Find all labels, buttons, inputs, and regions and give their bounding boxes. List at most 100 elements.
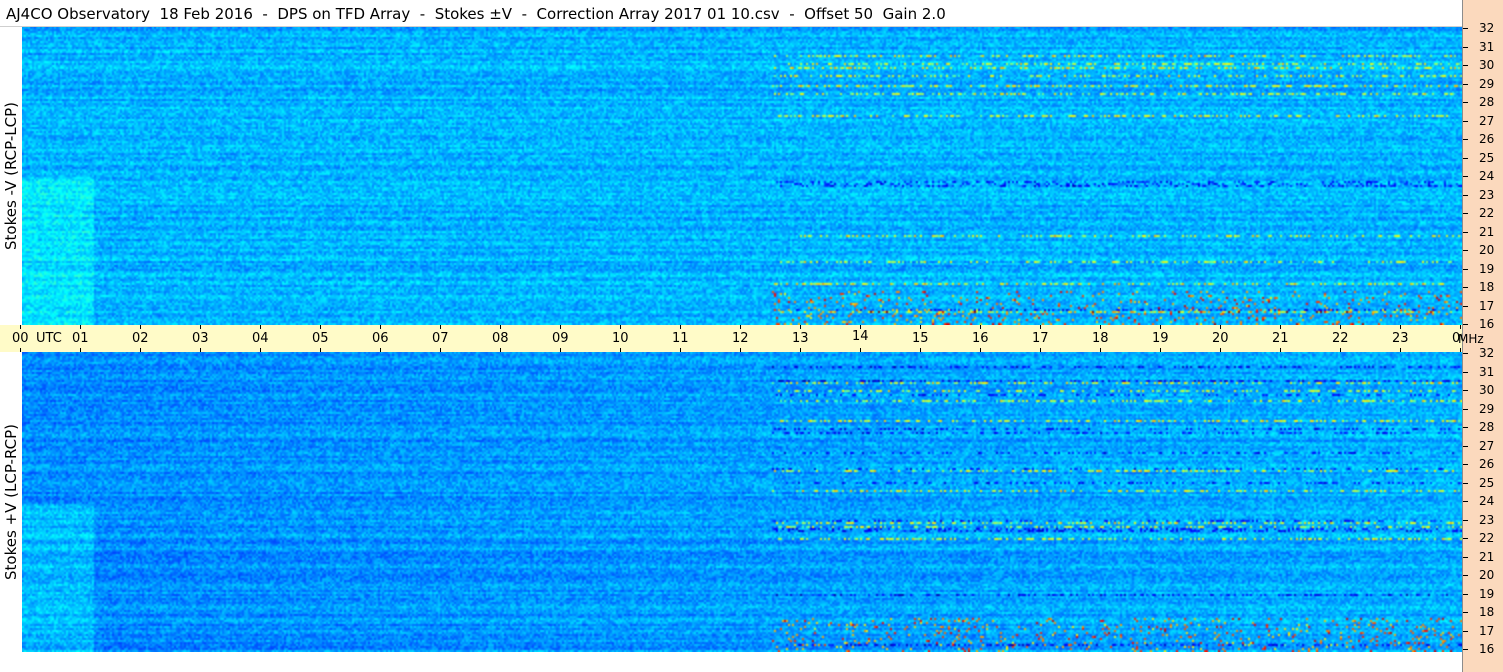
time-axis-tick: [20, 325, 21, 329]
time-axis-tick: [740, 325, 741, 329]
time-axis-tick: [200, 325, 201, 329]
time-axis-label-10: 10: [612, 331, 629, 346]
time-axis-tick: [1100, 325, 1101, 329]
freq-label-bottom-31: 31: [1479, 364, 1495, 379]
freq-tick: [1463, 46, 1468, 48]
freq-label-top-29: 29: [1479, 76, 1495, 91]
freq-tick: [1463, 371, 1468, 373]
time-axis-tick: [800, 325, 801, 329]
freq-label-bottom-26: 26: [1479, 457, 1495, 471]
freq-tick: [1463, 482, 1468, 484]
freq-tick: [1463, 324, 1468, 325]
freq-tick: [1463, 305, 1468, 307]
freq-label-bottom-20: 20: [1479, 568, 1495, 582]
freq-tick: [1463, 287, 1468, 288]
time-axis-tick: [980, 325, 981, 329]
freq-tick: [1463, 65, 1468, 66]
freq-label-top-25: 25: [1479, 150, 1495, 165]
time-axis-label-21: 21: [1272, 331, 1289, 346]
time-axis-tick: [20, 348, 21, 352]
freq-tick: [1463, 250, 1468, 251]
freq-tick: [1463, 519, 1468, 521]
time-axis-label-8: 08: [492, 331, 509, 346]
freq-tick: [1463, 194, 1468, 196]
freq-tick: [1463, 139, 1468, 140]
time-axis-tick: [620, 325, 621, 329]
time-axis-tick: [1340, 325, 1341, 329]
freq-tick: [1463, 157, 1468, 159]
time-axis-label-5: 05: [312, 331, 329, 346]
freq-label-bottom-23: 23: [1479, 512, 1495, 527]
time-axis-label-6: 06: [372, 331, 389, 346]
freq-label-top-32: 32: [1479, 21, 1495, 35]
spectrogram-canvas-bottom: [22, 352, 1462, 652]
freq-label-bottom-29: 29: [1479, 401, 1495, 416]
freq-label-bottom-18: 18: [1479, 605, 1495, 619]
freq-label-top-23: 23: [1479, 187, 1495, 202]
freq-label-bottom-30: 30: [1479, 383, 1495, 397]
freq-label-top-18: 18: [1479, 280, 1495, 294]
freq-label-bottom-16: 16: [1479, 642, 1495, 656]
freq-tick: [1463, 353, 1468, 354]
freq-label-top-22: 22: [1479, 206, 1495, 220]
freq-tick: [1463, 28, 1468, 29]
time-axis-label-17: 17: [1032, 331, 1049, 346]
freq-tick: [1463, 408, 1468, 410]
time-axis-tick: [680, 325, 681, 329]
freq-tick: [1463, 102, 1468, 103]
freq-label-top-24: 24: [1479, 169, 1495, 183]
freq-label-top-26: 26: [1479, 132, 1495, 146]
freq-label-bottom-32: 32: [1479, 346, 1495, 360]
freq-tick: [1463, 120, 1468, 122]
freq-label-bottom-28: 28: [1479, 420, 1495, 434]
time-axis-label-22: 22: [1332, 331, 1349, 346]
time-axis-tick: [1220, 325, 1221, 329]
freq-tick: [1463, 213, 1468, 214]
freq-label-top-30: 30: [1479, 58, 1495, 72]
time-axis-tick: [920, 325, 921, 329]
frequency-axis: 32 31 30 29 28 27 26 25 24 23 22 21 20 19 18 17 16 32 31 30…: [1458, 0, 1503, 672]
freq-tick: [1463, 630, 1468, 632]
time-axis-label-2: 02: [132, 331, 149, 346]
time-axis-unit-utc: UTC: [36, 331, 62, 346]
freq-label-bottom-22: 22: [1479, 531, 1495, 545]
freq-label-bottom-19: 19: [1479, 586, 1495, 601]
freq-label-bottom-24: 24: [1479, 494, 1495, 508]
freq-tick: [1463, 538, 1468, 539]
time-axis-tick: [1400, 325, 1401, 329]
time-axis-label-19: 19: [1152, 331, 1169, 346]
time-axis-tick: [500, 325, 501, 329]
freq-tick: [1463, 501, 1468, 502]
chart-title: AJ4CO Observatory 18 Feb 2016 - DPS on T…: [6, 5, 946, 23]
freq-label-top-31: 31: [1479, 39, 1495, 54]
freq-label-top-28: 28: [1479, 95, 1495, 109]
time-axis-tick: [380, 325, 381, 329]
time-axis-tick: [260, 325, 261, 329]
freq-tick: [1463, 575, 1468, 576]
freq-tick: [1463, 231, 1468, 233]
spectrogram-canvas-top: [22, 27, 1462, 325]
utc-time-axis: 00 UTC 01 02 03 04 05 06 07 08 09 10 11 12 13 14 15 16 1…: [0, 325, 1469, 352]
freq-tick: [1463, 612, 1468, 613]
bottom-panel-ylabel-container: Stokes +V (LCP-RCP): [0, 352, 22, 652]
freq-tick: [1463, 593, 1468, 595]
time-axis-label-12: 12: [732, 331, 749, 346]
top-panel-ylabel-container: Stokes -V (RCP-LCP): [0, 27, 22, 325]
time-axis-tick: [440, 325, 441, 329]
time-axis-tick: [1160, 325, 1161, 329]
time-axis-label-16: 16: [972, 331, 989, 346]
freq-label-top-17: 17: [1479, 298, 1495, 313]
time-axis-tick: [320, 325, 321, 329]
freq-label-top-21: 21: [1479, 224, 1495, 239]
freq-label-top-20: 20: [1479, 243, 1495, 257]
time-axis-label-1: 01: [72, 331, 89, 346]
freq-tick: [1463, 427, 1468, 428]
freq-tick: [1463, 176, 1468, 177]
freq-tick: [1463, 649, 1468, 650]
freq-label-top-16: 16: [1479, 317, 1495, 331]
time-axis-tick: [1280, 325, 1281, 329]
spectrogram-stokes-minus-v: [22, 27, 1462, 325]
time-axis-tick: [1040, 325, 1041, 329]
top-panel-ylabel: Stokes -V (RCP-LCP): [2, 102, 20, 250]
time-axis-label-4: 04: [252, 331, 269, 346]
